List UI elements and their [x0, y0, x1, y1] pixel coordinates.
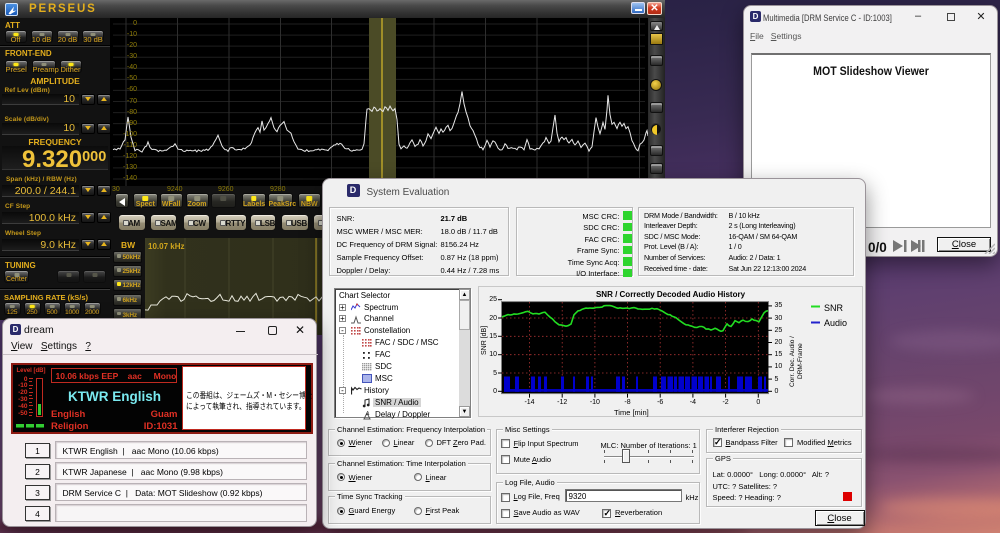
svg-text:Δ: Δ	[366, 411, 370, 417]
